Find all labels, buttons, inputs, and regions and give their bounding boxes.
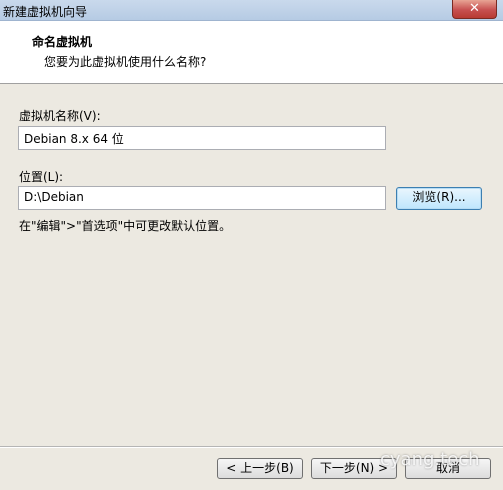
footer-divider [0, 446, 503, 448]
title-bar: 新建虚拟机向导 ✕ [0, 0, 503, 21]
window-title: 新建虚拟机向导 [3, 5, 88, 19]
close-icon: ✕ [469, 1, 480, 16]
vm-name-label: 虚拟机名称(V): [19, 109, 101, 123]
browse-button[interactable]: 浏览(R)... [396, 187, 482, 210]
default-location-hint: 在"编辑">"首选项"中可更改默认位置。 [19, 219, 232, 233]
location-input[interactable]: D:\Debian [18, 186, 386, 210]
page-title: 命名虚拟机 [32, 35, 93, 49]
location-label: 位置(L): [19, 170, 64, 184]
back-button[interactable]: < 上一步(B) [217, 458, 303, 479]
close-button[interactable]: ✕ [452, 0, 497, 19]
vm-name-input[interactable]: Debian 8.x 64 位 [18, 126, 386, 150]
watermark-text: cyang.tech [380, 449, 480, 470]
wizard-header: 命名虚拟机 您要为此虚拟机使用什么名称? [0, 21, 503, 84]
page-subtitle: 您要为此虚拟机使用什么名称? [44, 55, 207, 69]
